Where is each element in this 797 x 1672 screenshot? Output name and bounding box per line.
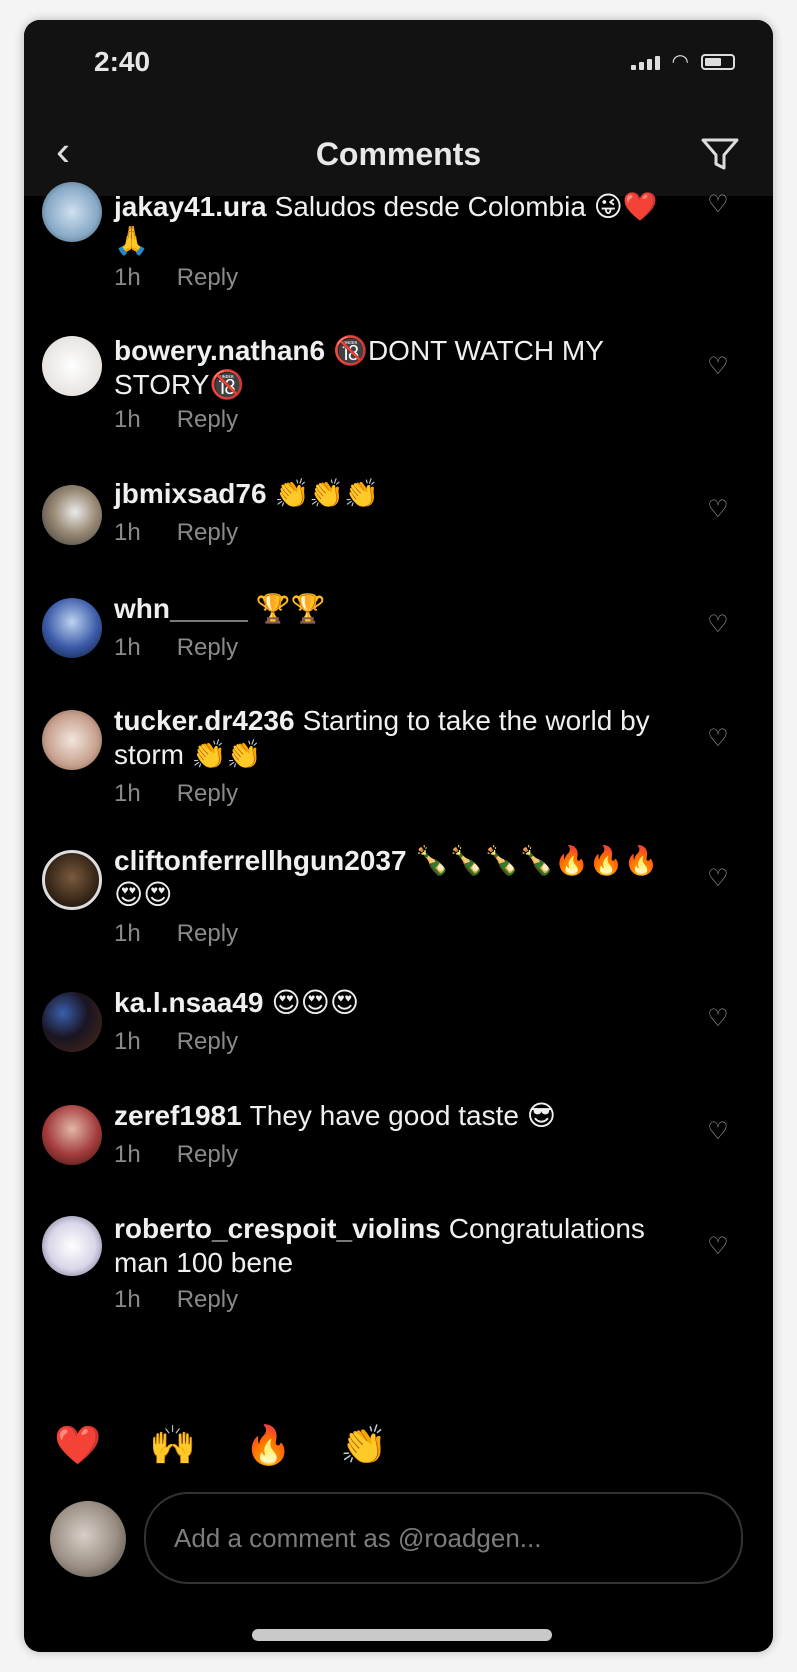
battery-icon: [701, 54, 735, 70]
reply-button[interactable]: Reply: [177, 1286, 238, 1314]
reaction-surprised[interactable]: 😮: [611, 1426, 651, 1466]
comment-input[interactable]: [146, 1494, 741, 1582]
comment-username[interactable]: cliftonferrellhgun2037: [114, 845, 407, 876]
reaction-bar: ❤️ 🙌 🔥 👏 😢 😍 😮 😂: [24, 1415, 773, 1477]
comment-text: They have good taste 😎: [249, 1100, 556, 1131]
reply-button[interactable]: Reply: [177, 920, 238, 948]
heart-outline-icon[interactable]: ♡: [705, 612, 731, 638]
reply-button[interactable]: Reply: [177, 264, 238, 292]
filter-icon[interactable]: [697, 130, 743, 176]
comment-text: 👏👏👏: [274, 478, 380, 509]
reaction-raised-hands[interactable]: 🙌: [149, 1426, 196, 1466]
reply-button[interactable]: Reply: [177, 406, 238, 434]
heart-outline-icon[interactable]: ♡: [705, 866, 731, 892]
avatar[interactable]: [42, 485, 102, 545]
comment-time: 1h: [114, 920, 141, 947]
reaction-fire[interactable]: 🔥: [245, 1426, 292, 1466]
avatar[interactable]: [42, 992, 102, 1052]
avatar[interactable]: [42, 710, 102, 770]
signal-icon: [630, 54, 660, 70]
heart-outline-icon[interactable]: ♡: [705, 354, 731, 380]
avatar[interactable]: [42, 598, 102, 658]
status-icons: ◠: [630, 51, 735, 73]
wifi-icon: ◠: [671, 51, 689, 73]
comment-time: 1h: [114, 1286, 141, 1313]
reaction-heart[interactable]: ❤️: [54, 1426, 101, 1466]
comment-time: 1h: [114, 264, 141, 291]
reply-button[interactable]: Reply: [177, 780, 238, 808]
status-bar: 2:40 ◠: [24, 20, 773, 110]
comment-username[interactable]: bowery.nathan6: [114, 335, 325, 366]
avatar[interactable]: [42, 1216, 102, 1276]
comment-username[interactable]: jakay41.ura: [114, 191, 267, 222]
comment-username[interactable]: jbmixsad76: [114, 478, 267, 509]
comment-time: 1h: [114, 634, 141, 661]
comment-text: 🏆🏆: [255, 593, 326, 624]
comment-username[interactable]: roberto_crespoit_violins: [114, 1213, 441, 1244]
comment-time: 1h: [114, 519, 141, 546]
status-time: 2:40: [94, 46, 151, 77]
reply-button[interactable]: Reply: [177, 1028, 238, 1056]
reaction-heart-eyes[interactable]: 😍: [523, 1426, 563, 1466]
comment-time: 1h: [114, 406, 141, 433]
heart-outline-icon[interactable]: ♡: [705, 497, 731, 523]
reaction-crying[interactable]: 😢: [436, 1426, 476, 1466]
reaction-clap[interactable]: 👏: [340, 1426, 387, 1466]
heart-outline-icon[interactable]: ♡: [705, 1234, 731, 1260]
comment-composer: [144, 1492, 743, 1584]
heart-outline-icon[interactable]: ♡: [705, 192, 731, 218]
comment-username[interactable]: zeref1981: [114, 1100, 242, 1131]
phone-screen: 2:40 ◠ ‹ Comments jakay41.ura Saludos des…: [24, 20, 773, 1652]
avatar[interactable]: [42, 336, 102, 396]
avatar[interactable]: [42, 1105, 102, 1165]
comment-time: 1h: [114, 780, 141, 807]
reply-button[interactable]: Reply: [177, 634, 238, 662]
comment-time: 1h: [114, 1028, 141, 1055]
heart-outline-icon[interactable]: ♡: [705, 726, 731, 752]
home-indicator[interactable]: [252, 1629, 552, 1641]
reply-button[interactable]: Reply: [177, 519, 238, 547]
page-title: Comments: [315, 136, 482, 172]
heart-outline-icon[interactable]: ♡: [705, 1119, 731, 1145]
comment-username[interactable]: whn_____: [114, 593, 248, 624]
reaction-laughing[interactable]: 😂: [699, 1426, 743, 1466]
comment-username[interactable]: ka.l.nsaa49: [114, 987, 263, 1018]
reply-button[interactable]: Reply: [177, 1141, 238, 1169]
current-user-avatar: [50, 1501, 126, 1577]
comment-username[interactable]: tucker.dr4236: [114, 705, 295, 736]
comments-list[interactable]: jakay41.ura Saludos desde Colombia 😜❤️🙏 1…: [24, 180, 773, 1420]
comment-text: 😍😍😍: [271, 987, 360, 1018]
heart-outline-icon[interactable]: ♡: [705, 1006, 731, 1032]
comment-time: 1h: [114, 1141, 141, 1168]
avatar[interactable]: [42, 182, 102, 242]
avatar[interactable]: [42, 850, 102, 910]
